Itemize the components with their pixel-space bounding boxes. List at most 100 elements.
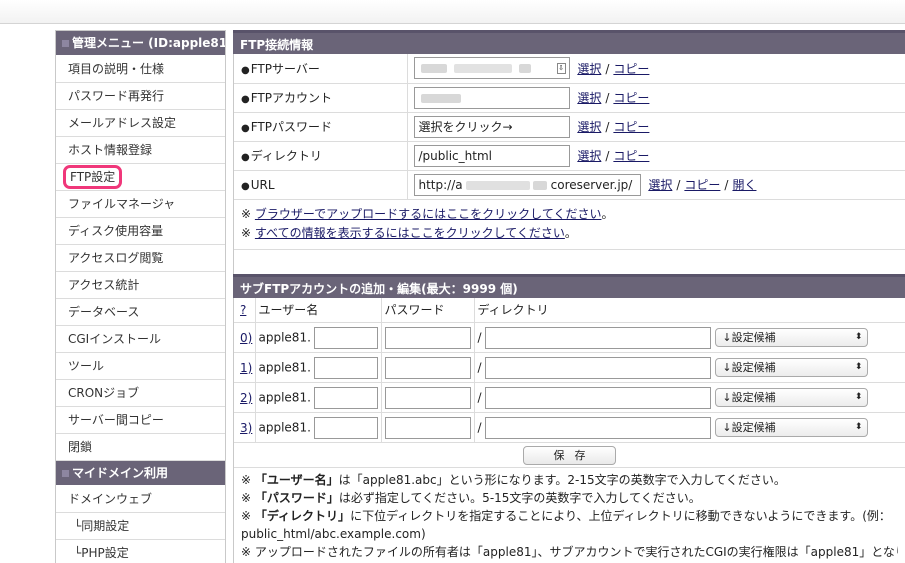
sidebar-item-items-1[interactable]: パスワード再発行 — [56, 83, 225, 110]
select-password-link[interactable]: 選択 — [577, 120, 601, 134]
sidebar-item-items-7[interactable]: アクセスログ閲覧 — [56, 245, 225, 272]
sub-username-input[interactable] — [313, 326, 378, 349]
ftp-password-field[interactable]: 選択をクリック→ — [413, 115, 570, 138]
ftp-row-server: ●FTPサーバー ⇩ 選択 / コピー — [234, 54, 905, 84]
sub-ftp-row: 3) apple81. / ↓設定候補 ⬍ — [234, 412, 905, 443]
browser-top-strip — [0, 0, 905, 24]
sub-ftp-note: ※ 「ユーザー名」は「apple81.abc」という形になります。2-15文字の… — [241, 473, 786, 487]
save-button[interactable]: 保存 — [523, 446, 616, 465]
username-prefix: apple81. — [258, 420, 311, 434]
ftp-info-panel: ●FTPサーバー ⇩ 選択 / コピー ●FTPアカウント 選択 / コピー ●… — [233, 54, 905, 250]
show-all-info-link[interactable]: すべての情報を表示するにはここをクリックしてください — [255, 226, 565, 240]
sub-ftp-table: ? ユーザー名 パスワード ディレクトリ 0) apple81. / ↓設定候補 ⬍ 1… — [234, 297, 905, 443]
sub-password-input[interactable] — [384, 356, 471, 379]
username-prefix: apple81. — [258, 330, 311, 344]
main-content: FTP接続情報 ●FTPサーバー ⇩ 選択 / コピー ●FTPアカウント 選択… — [233, 30, 905, 563]
sub-username-input[interactable] — [313, 356, 378, 379]
show-all-note: ※ すべての情報を表示するにはここをクリックしてください。 — [241, 225, 577, 240]
ftp-info-header: FTP接続情報 — [233, 30, 905, 54]
sidebar-item-items-8[interactable]: アクセス統計 — [56, 272, 225, 299]
sub-ftp-panel: ? ユーザー名 パスワード ディレクトリ 0) apple81. / ↓設定候補 ⬍ 1… — [233, 297, 905, 563]
directory-candidate-select[interactable]: ↓設定候補 ⬍ — [715, 328, 869, 347]
ftp-row-password: ●FTPパスワード 選択をクリック→ 選択 / コピー — [234, 112, 905, 142]
sidebar-item-items-13[interactable]: サーバー間コピー — [56, 407, 225, 434]
username-prefix: apple81. — [258, 360, 311, 374]
sidebar-header-mydomain: マイドメイン利用 — [56, 461, 225, 486]
ftp-row-directory: ●ディレクトリ /public_html 選択 / コピー — [234, 141, 905, 171]
select-arrows-icon: ⬍ — [854, 332, 863, 342]
sidebar-item-items-11[interactable]: ツール — [56, 353, 225, 380]
directory-candidate-select[interactable]: ↓設定候補 ⬍ — [715, 388, 869, 407]
ftp-notes: ※ ブラウザーでアップロードするにはここをクリックしてください。 ※ すべての情… — [234, 200, 905, 250]
copy-account-link[interactable]: コピー — [613, 91, 649, 105]
col-password: パスワード — [381, 297, 475, 323]
directory-candidate-select[interactable]: ↓設定候補 ⬍ — [715, 418, 869, 437]
menu-bullet-icon — [62, 40, 69, 47]
sub-directory-input[interactable] — [485, 326, 712, 349]
sub-directory-input[interactable] — [485, 356, 712, 379]
sidebar-item-items-2[interactable]: メールアドレス設定 — [56, 110, 225, 137]
ftp-info-table: ●FTPサーバー ⇩ 選択 / コピー ●FTPアカウント 選択 / コピー ●… — [234, 54, 905, 200]
select-account-link[interactable]: 選択 — [577, 91, 601, 105]
ftp-server-field[interactable]: ⇩ — [413, 57, 570, 80]
sub-directory-input[interactable] — [485, 416, 712, 439]
menu-bullet-icon — [62, 470, 69, 477]
copy-server-link[interactable]: コピー — [613, 62, 649, 76]
select-directory-link[interactable]: 選択 — [577, 149, 601, 163]
sub-ftp-row: 2) apple81. / ↓設定候補 ⬍ — [234, 382, 905, 413]
sidebar-item-items2-0[interactable]: ドメインウェブ — [56, 486, 225, 513]
sidebar-item-items-4[interactable]: FTP設定 — [56, 164, 225, 191]
sidebar-menu: 管理メニュー (ID:apple81) 項目の説明・仕様 パスワード再発行 メールア… — [55, 30, 226, 563]
sidebar-item-items-3[interactable]: ホスト情報登録 — [56, 137, 225, 164]
sidebar-item-items2-2[interactable]: └PHP設定 — [56, 540, 225, 563]
ftp-account-field[interactable] — [413, 86, 570, 109]
sub-directory-input[interactable] — [485, 386, 712, 409]
sidebar-item-items-9[interactable]: データベース — [56, 299, 225, 326]
sub-ftp-header: サブFTPアカウントの追加・編集(最大：9999 個) — [233, 273, 905, 298]
sub-ftp-note: ※ 「パスワード」は必ず指定してください。5-15文字の英数字で入力してください… — [241, 491, 701, 505]
row-number-link[interactable]: 0) — [240, 331, 252, 345]
sidebar-item-items-12[interactable]: CRONジョブ — [56, 380, 225, 407]
sidebar-item-items2-1[interactable]: └同期設定 — [56, 513, 225, 540]
ftp-row-url: ●URL http://a coreserver.jp/ 選択 / コピー / 開く — [234, 170, 905, 200]
copy-password-link[interactable]: コピー — [613, 120, 649, 134]
copy-directory-link[interactable]: コピー — [613, 149, 649, 163]
open-url-link[interactable]: 開く — [732, 178, 756, 192]
sidebar-header-admin: 管理メニュー (ID:apple81) — [56, 31, 225, 56]
sub-password-input[interactable] — [384, 386, 471, 409]
help-link[interactable]: ? — [240, 303, 246, 317]
sidebar-item-items-0[interactable]: 項目の説明・仕様 — [56, 56, 225, 83]
autofill-icon[interactable]: ⇩ — [556, 63, 566, 75]
username-prefix: apple81. — [258, 390, 311, 404]
sub-ftp-note: ※ 「ディレクトリ」に下位ディレクトリを指定することにより、上位ディレクトリに移… — [241, 509, 891, 541]
sub-ftp-row: 0) apple81. / ↓設定候補 ⬍ — [234, 322, 905, 353]
select-server-link[interactable]: 選択 — [577, 62, 601, 76]
ftp-url-field[interactable]: http://a coreserver.jp/ — [413, 173, 641, 196]
select-arrows-icon: ⬍ — [854, 392, 863, 402]
browser-upload-note: ※ ブラウザーでアップロードするにはここをクリックしてください。 — [241, 206, 614, 221]
ftp-directory-field[interactable]: /public_html — [413, 144, 570, 167]
browser-upload-link[interactable]: ブラウザーでアップロードするにはここをクリックしてください — [255, 207, 602, 221]
row-number-link[interactable]: 3) — [240, 421, 252, 435]
sub-ftp-notes: ※ 「ユーザー名」は「apple81.abc」という形になります。2-15文字の… — [234, 468, 905, 563]
sub-password-input[interactable] — [384, 416, 471, 439]
sub-username-input[interactable] — [313, 416, 378, 439]
sub-ftp-note: ※ アップロードされたファイルの所有者は「apple81」、サブアカウントで実行… — [241, 545, 898, 559]
row-number-link[interactable]: 2) — [240, 391, 252, 405]
ftp-row-account: ●FTPアカウント 選択 / コピー — [234, 83, 905, 113]
sub-ftp-row: 1) apple81. / ↓設定候補 ⬍ — [234, 352, 905, 383]
sidebar-item-items-14[interactable]: 閉鎖 — [56, 434, 225, 461]
row-number-link[interactable]: 1) — [240, 361, 252, 375]
select-arrows-icon: ⬍ — [854, 422, 863, 432]
sidebar-item-items-10[interactable]: CGIインストール — [56, 326, 225, 353]
select-url-link[interactable]: 選択 — [648, 178, 672, 192]
sub-username-input[interactable] — [313, 386, 378, 409]
sidebar-item-items-5[interactable]: ファイルマネージャ — [56, 191, 225, 218]
sub-ftp-header-row: ? ユーザー名 パスワード ディレクトリ — [234, 297, 905, 323]
col-username: ユーザー名 — [255, 297, 382, 323]
sub-password-input[interactable] — [384, 326, 471, 349]
directory-candidate-select[interactable]: ↓設定候補 ⬍ — [715, 358, 869, 377]
sidebar-item-items-6[interactable]: ディスク使用容量 — [56, 218, 225, 245]
copy-url-link[interactable]: コピー — [684, 178, 720, 192]
select-arrows-icon: ⬍ — [854, 362, 863, 372]
